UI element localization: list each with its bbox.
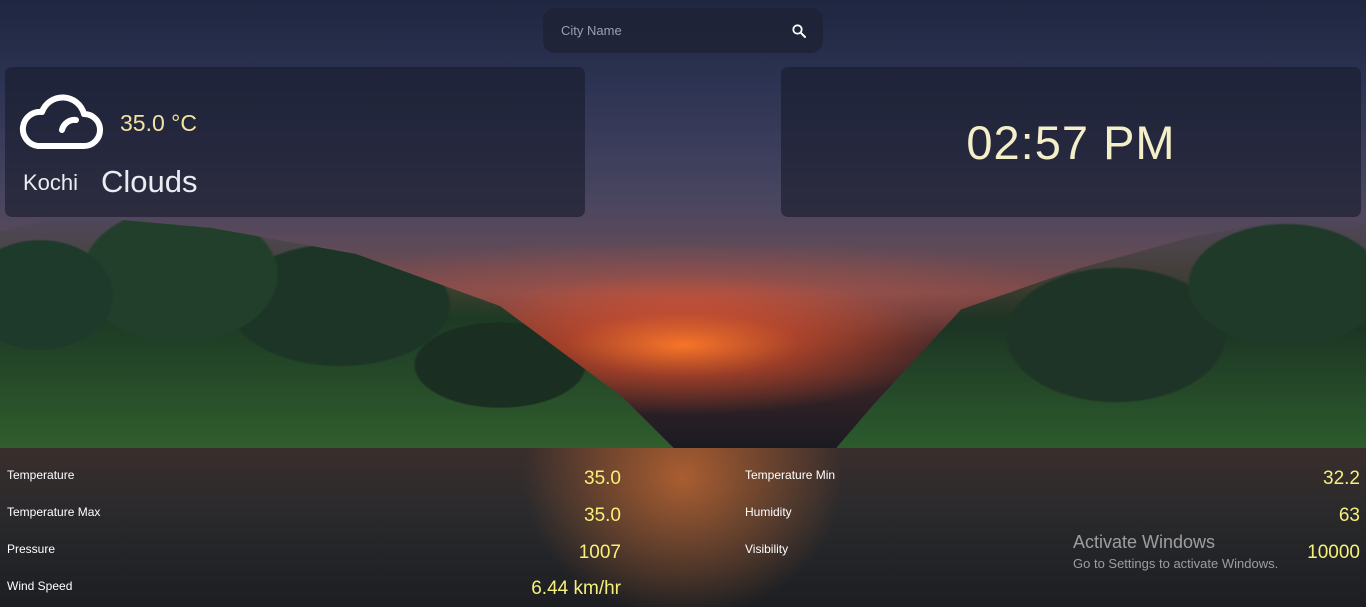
search-icon[interactable] xyxy=(791,23,807,39)
pressure-label: Pressure xyxy=(7,542,56,556)
pressure-value: 1007 xyxy=(578,542,621,563)
temperature-min-label: Temperature Min xyxy=(745,468,836,482)
watermark-subtitle: Go to Settings to activate Windows. xyxy=(1073,556,1279,571)
city-name: Kochi xyxy=(23,170,79,195)
city-search-input[interactable] xyxy=(559,22,791,39)
activate-windows-watermark: Activate Windows Go to Settings to activ… xyxy=(1073,532,1278,571)
humidity-value: 63 xyxy=(1338,505,1360,526)
temperature-label: Temperature xyxy=(7,468,75,482)
humidity-label: Humidity xyxy=(745,505,792,519)
river xyxy=(0,448,1366,607)
temperature-value: 35.0 xyxy=(584,468,621,489)
temperature-min-value: 32.2 xyxy=(1323,468,1360,489)
wind-speed-label: Wind Speed xyxy=(7,579,73,593)
current-temperature: 35.0 °C xyxy=(120,110,197,136)
current-time: 02:57 PM xyxy=(966,116,1176,169)
weather-condition: Clouds xyxy=(101,164,198,199)
watermark-title: Activate Windows xyxy=(1073,532,1216,552)
temperature-max-label: Temperature Max xyxy=(7,505,101,519)
search-bar xyxy=(543,8,823,53)
visibility-value: 10000 xyxy=(1307,542,1360,563)
temperature-max-value: 35.0 xyxy=(584,505,621,526)
wind-speed-value: 6.44 km/hr xyxy=(531,578,621,599)
cloud-icon xyxy=(18,92,104,152)
visibility-label: Visibility xyxy=(745,542,789,556)
